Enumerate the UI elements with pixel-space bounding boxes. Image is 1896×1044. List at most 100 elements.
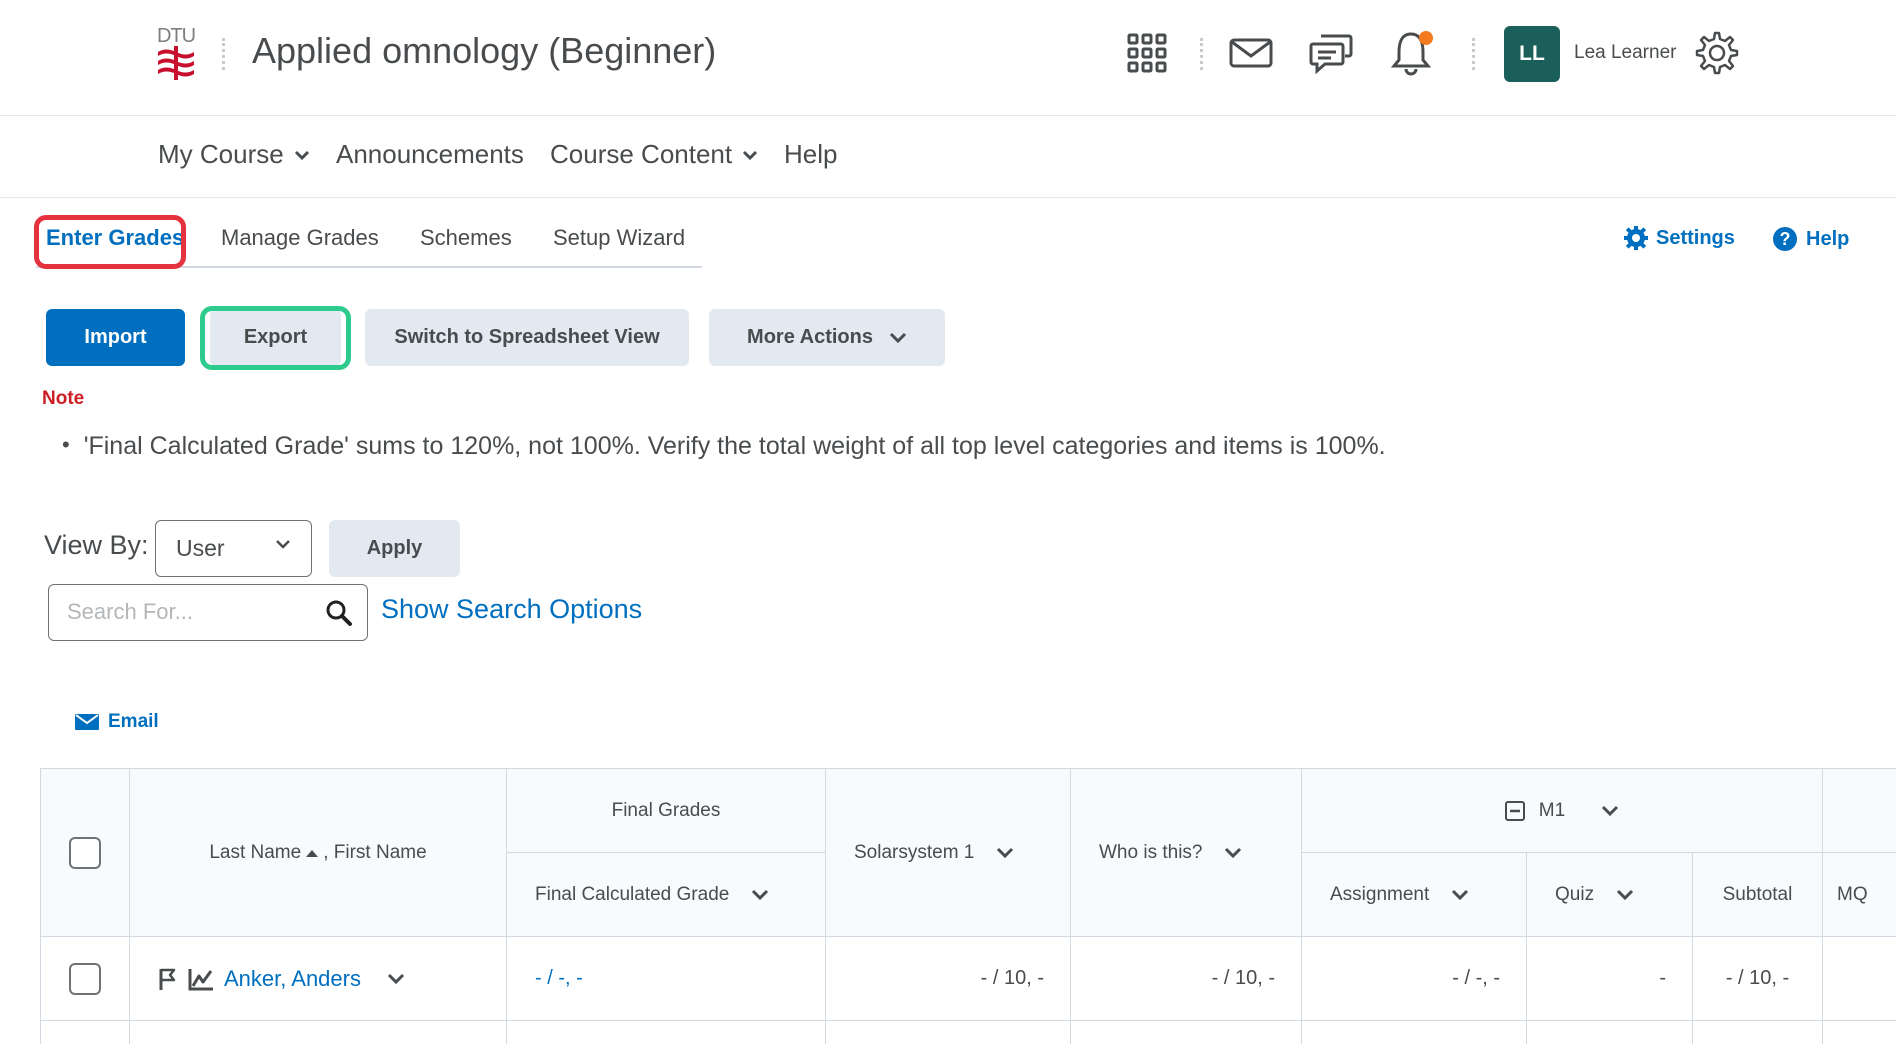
column-label: Final Calculated Grade: [535, 883, 730, 905]
last-name-sort[interactable]: Last Name: [209, 842, 301, 864]
student-name-link[interactable]: Anker, Anders: [224, 966, 361, 992]
view-by-value: User: [176, 535, 225, 561]
nav-announcements[interactable]: Announcements: [336, 139, 524, 170]
nav-help[interactable]: Help: [784, 139, 837, 170]
import-button[interactable]: Import: [46, 309, 185, 366]
apply-button[interactable]: Apply: [329, 520, 460, 577]
note-text: 'Final Calculated Grade' sums to 120%, n…: [83, 432, 1386, 460]
row-select-cell: [41, 937, 130, 1021]
tab-setup-wizard[interactable]: Setup Wizard: [553, 225, 685, 251]
highlight-box-red: [34, 215, 186, 269]
table-row: [130, 1021, 507, 1044]
top-header: DTU Applied omnology (Beginner) LL Lea L…: [0, 0, 1896, 116]
final-calculated-grade-value[interactable]: - / -, -: [535, 967, 583, 990]
chevron-down-icon[interactable]: [387, 973, 405, 985]
settings-link[interactable]: Settings: [1624, 226, 1735, 250]
mail-icon[interactable]: [1228, 30, 1274, 76]
mail-icon: [75, 714, 99, 730]
view-by-select[interactable]: User: [155, 520, 312, 577]
table-row: [1302, 1021, 1527, 1044]
gear-icon[interactable]: [1694, 30, 1740, 76]
search-icon[interactable]: [325, 599, 353, 627]
who-is-this-column-header[interactable]: Who is this?: [1071, 769, 1302, 937]
bell-icon[interactable]: [1390, 30, 1436, 76]
chevron-down-icon[interactable]: [1451, 889, 1469, 901]
final-calculated-grade-header[interactable]: Final Calculated Grade: [507, 853, 826, 937]
search-box: [48, 584, 368, 641]
next-group-header: [1823, 769, 1896, 853]
first-name-sort[interactable]: , First Name: [323, 842, 426, 864]
grades-grid: Last Name , First Name Final Grades Fina…: [40, 768, 1896, 1044]
chevron-down-icon: [294, 150, 309, 160]
highlight-box-green: [200, 306, 351, 370]
tab-manage-grades[interactable]: Manage Grades: [221, 225, 379, 251]
final-grades-group-header: Final Grades: [507, 769, 826, 853]
select-all-cell: [41, 769, 130, 937]
nav-item-label: My Course: [158, 139, 284, 169]
column-label: Who is this?: [1099, 841, 1203, 863]
mq-column-header[interactable]: MQ: [1823, 853, 1896, 937]
flag-icon[interactable]: [158, 967, 178, 991]
switch-spreadsheet-view-button[interactable]: Switch to Spreadsheet View: [365, 309, 689, 366]
chevron-down-icon: [889, 332, 907, 343]
table-row: [1823, 1021, 1896, 1044]
subtotal-cell: - / 10, -: [1693, 937, 1823, 1021]
quiz-column-header[interactable]: Quiz: [1527, 853, 1693, 937]
svg-text:?: ?: [1780, 229, 1791, 249]
more-actions-label: More Actions: [747, 326, 873, 348]
column-label: Quiz: [1555, 883, 1595, 905]
chevron-down-icon[interactable]: [751, 889, 769, 901]
sort-ascending-icon: [306, 849, 319, 857]
chevron-down-icon: [743, 150, 758, 160]
view-by-label: View By:: [44, 530, 149, 560]
settings-label: Settings: [1656, 226, 1735, 249]
table-row: [1071, 1021, 1302, 1044]
chevron-down-icon[interactable]: [1616, 889, 1634, 901]
more-actions-button[interactable]: More Actions: [709, 309, 945, 366]
table-row: [507, 1021, 826, 1044]
m1-group-header[interactable]: M1: [1302, 769, 1823, 853]
gear-icon: [1624, 226, 1648, 250]
dtu-logo[interactable]: DTU: [156, 26, 196, 82]
nav-item-label: Help: [784, 139, 838, 169]
solarsystem-column-header[interactable]: Solarsystem 1: [826, 769, 1071, 937]
header-divider: [1472, 38, 1476, 70]
note-label: Note: [42, 388, 85, 409]
name-column-header[interactable]: Last Name , First Name: [130, 769, 507, 937]
bullet: •: [62, 432, 70, 457]
chevron-down-icon[interactable]: [996, 847, 1014, 859]
chat-icon[interactable]: [1308, 30, 1354, 76]
apps-grid-icon[interactable]: [1124, 30, 1170, 76]
student-name-cell: Anker, Anders: [130, 937, 507, 1021]
course-title[interactable]: Applied omnology (Beginner): [252, 30, 716, 72]
course-navbar: My Course Announcements Course Content H…: [0, 117, 1896, 198]
search-input[interactable]: [67, 599, 307, 625]
assignment-cell: - / -, -: [1302, 937, 1527, 1021]
chevron-down-icon[interactable]: [1601, 805, 1619, 817]
column-label: Assignment: [1330, 883, 1430, 905]
assignment-column-header[interactable]: Assignment: [1302, 853, 1527, 937]
user-name[interactable]: Lea Learner: [1574, 42, 1676, 64]
group-label: M1: [1538, 799, 1566, 821]
nav-course-content[interactable]: Course Content: [550, 139, 758, 170]
page: DTU Applied omnology (Beginner) LL Lea L…: [0, 0, 1896, 1044]
final-calculated-grade-cell: - / -, -: [507, 937, 826, 1021]
email-link[interactable]: Email: [74, 711, 159, 733]
help-link[interactable]: ? Help: [1772, 226, 1849, 252]
progress-chart-icon[interactable]: [188, 967, 214, 991]
note-message: • 'Final Calculated Grade' sums to 120%,…: [62, 432, 1386, 461]
nav-item-label: Course Content: [550, 139, 733, 169]
subtotal-column-header[interactable]: Subtotal: [1693, 853, 1823, 937]
chevron-down-icon[interactable]: [1224, 847, 1242, 859]
avatar[interactable]: LL: [1504, 26, 1560, 82]
collapse-icon[interactable]: [1504, 800, 1525, 821]
mq-cell: [1823, 937, 1896, 1021]
tab-schemes[interactable]: Schemes: [420, 225, 512, 251]
row-checkbox[interactable]: [69, 962, 101, 995]
help-label: Help: [1806, 227, 1850, 250]
nav-my-course[interactable]: My Course: [158, 139, 310, 170]
chevron-down-icon: [276, 540, 290, 549]
table-row: [826, 1021, 1071, 1044]
select-all-checkbox[interactable]: [69, 836, 101, 869]
show-search-options-link[interactable]: Show Search Options: [381, 594, 642, 625]
